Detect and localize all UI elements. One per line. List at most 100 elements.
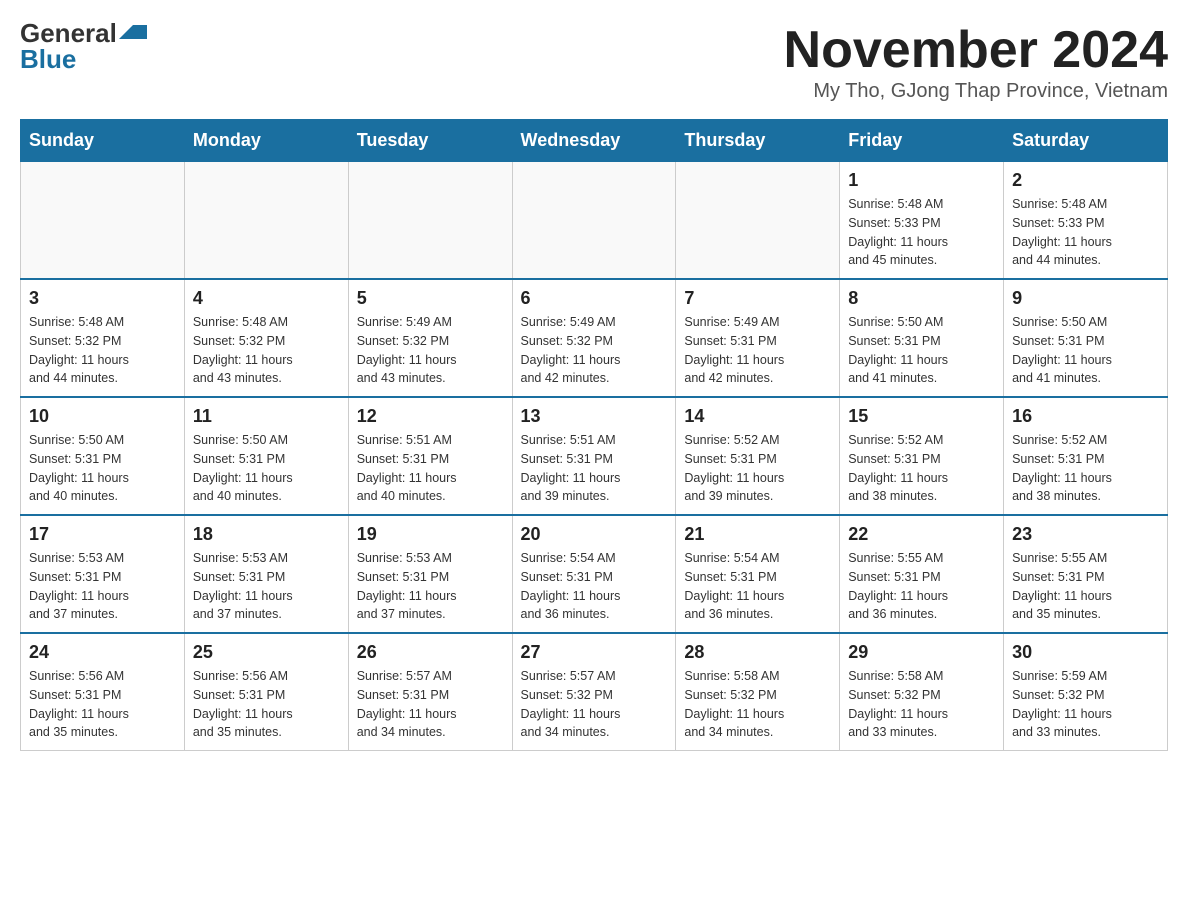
day-number: 22 — [848, 524, 995, 545]
calendar-cell: 15 Sunrise: 5:52 AM Sunset: 5:31 PM Dayli… — [840, 397, 1004, 515]
calendar-cell: 7 Sunrise: 5:49 AM Sunset: 5:31 PM Daylig… — [676, 279, 840, 397]
day-info: Sunrise: 5:50 AM Sunset: 5:31 PM Dayligh… — [848, 313, 995, 388]
calendar-cell: 9 Sunrise: 5:50 AM Sunset: 5:31 PM Daylig… — [1004, 279, 1168, 397]
day-info: Sunrise: 5:49 AM Sunset: 5:32 PM Dayligh… — [521, 313, 668, 388]
calendar-cell: 14 Sunrise: 5:52 AM Sunset: 5:31 PM Dayli… — [676, 397, 840, 515]
calendar-cell — [348, 162, 512, 280]
day-info: Sunrise: 5:53 AM Sunset: 5:31 PM Dayligh… — [357, 549, 504, 624]
calendar-table: SundayMondayTuesdayWednesdayThursdayFrid… — [20, 119, 1168, 751]
day-info: Sunrise: 5:49 AM Sunset: 5:31 PM Dayligh… — [684, 313, 831, 388]
calendar-cell: 29Sunrise: 5:58 AM Sunset: 5:32 PM Dayli… — [840, 633, 1004, 751]
location-title: My Tho, GJong Thap Province, Vietnam — [784, 80, 1168, 103]
day-info: Sunrise: 5:50 AM Sunset: 5:31 PM Dayligh… — [29, 431, 176, 506]
day-number: 27 — [521, 642, 668, 663]
day-number: 25 — [193, 642, 340, 663]
day-number: 15 — [848, 406, 995, 427]
day-info: Sunrise: 5:55 AM Sunset: 5:31 PM Dayligh… — [1012, 549, 1159, 624]
day-info: Sunrise: 5:59 AM Sunset: 5:32 PM Dayligh… — [1012, 667, 1159, 742]
day-number: 29 — [848, 642, 995, 663]
day-info: Sunrise: 5:51 AM Sunset: 5:31 PM Dayligh… — [357, 431, 504, 506]
day-info: Sunrise: 5:54 AM Sunset: 5:31 PM Dayligh… — [521, 549, 668, 624]
calendar-cell: 12 Sunrise: 5:51 AM Sunset: 5:31 PM Dayli… — [348, 397, 512, 515]
column-header-monday: Monday — [184, 120, 348, 162]
day-number: 12 — [357, 406, 504, 427]
logo: General Blue — [20, 20, 147, 72]
calendar-cell: 24 Sunrise: 5:56 AM Sunset: 5:31 PM Dayli… — [21, 633, 185, 751]
day-info: Sunrise: 5:57 AM Sunset: 5:31 PM Dayligh… — [357, 667, 504, 742]
day-info: Sunrise: 5:52 AM Sunset: 5:31 PM Dayligh… — [684, 431, 831, 506]
logo-general-text: General — [20, 20, 117, 46]
day-number: 9 — [1012, 288, 1159, 309]
day-number: 5 — [357, 288, 504, 309]
day-info: Sunrise: 5:51 AM Sunset: 5:31 PM Dayligh… — [521, 431, 668, 506]
calendar-cell: 10Sunrise: 5:50 AM Sunset: 5:31 PM Dayli… — [21, 397, 185, 515]
calendar-header-row: SundayMondayTuesdayWednesdayThursdayFrid… — [21, 120, 1168, 162]
day-info: Sunrise: 5:53 AM Sunset: 5:31 PM Dayligh… — [29, 549, 176, 624]
day-info: Sunrise: 5:50 AM Sunset: 5:31 PM Dayligh… — [1012, 313, 1159, 388]
header: General Blue November 2024 My Tho, GJong… — [20, 20, 1168, 103]
day-number: 17 — [29, 524, 176, 545]
calendar-cell: 6 Sunrise: 5:49 AM Sunset: 5:32 PM Daylig… — [512, 279, 676, 397]
day-number: 18 — [193, 524, 340, 545]
calendar-cell: 21Sunrise: 5:54 AM Sunset: 5:31 PM Dayli… — [676, 515, 840, 633]
calendar-cell: 2 Sunrise: 5:48 AM Sunset: 5:33 PM Daylig… — [1004, 162, 1168, 280]
column-header-saturday: Saturday — [1004, 120, 1168, 162]
calendar-cell: 27 Sunrise: 5:57 AM Sunset: 5:32 PM Dayli… — [512, 633, 676, 751]
column-header-sunday: Sunday — [21, 120, 185, 162]
day-info: Sunrise: 5:52 AM Sunset: 5:31 PM Dayligh… — [848, 431, 995, 506]
day-info: Sunrise: 5:55 AM Sunset: 5:31 PM Dayligh… — [848, 549, 995, 624]
calendar-cell — [676, 162, 840, 280]
day-info: Sunrise: 5:48 AM Sunset: 5:32 PM Dayligh… — [193, 313, 340, 388]
column-header-wednesday: Wednesday — [512, 120, 676, 162]
day-info: Sunrise: 5:56 AM Sunset: 5:31 PM Dayligh… — [29, 667, 176, 742]
calendar-cell: 23 Sunrise: 5:55 AM Sunset: 5:31 PM Dayli… — [1004, 515, 1168, 633]
day-number: 20 — [521, 524, 668, 545]
day-info: Sunrise: 5:50 AM Sunset: 5:31 PM Dayligh… — [193, 431, 340, 506]
calendar-cell: 13 Sunrise: 5:51 AM Sunset: 5:31 PM Dayli… — [512, 397, 676, 515]
calendar-week-row: 10Sunrise: 5:50 AM Sunset: 5:31 PM Dayli… — [21, 397, 1168, 515]
calendar-cell: 18Sunrise: 5:53 AM Sunset: 5:31 PM Dayli… — [184, 515, 348, 633]
calendar-cell — [512, 162, 676, 280]
day-info: Sunrise: 5:54 AM Sunset: 5:31 PM Dayligh… — [684, 549, 831, 624]
month-title: November 2024 — [784, 20, 1168, 80]
title-area: November 2024 My Tho, GJong Thap Provinc… — [784, 20, 1168, 103]
day-info: Sunrise: 5:48 AM Sunset: 5:32 PM Dayligh… — [29, 313, 176, 388]
day-number: 2 — [1012, 170, 1159, 191]
day-number: 6 — [521, 288, 668, 309]
calendar-cell: 11 Sunrise: 5:50 AM Sunset: 5:31 PM Dayli… — [184, 397, 348, 515]
day-number: 11 — [193, 406, 340, 427]
day-number: 26 — [357, 642, 504, 663]
day-number: 16 — [1012, 406, 1159, 427]
logo-blue-text: Blue — [20, 46, 76, 72]
day-info: Sunrise: 5:57 AM Sunset: 5:32 PM Dayligh… — [521, 667, 668, 742]
day-number: 4 — [193, 288, 340, 309]
calendar-cell: 5 Sunrise: 5:49 AM Sunset: 5:32 PM Daylig… — [348, 279, 512, 397]
day-info: Sunrise: 5:48 AM Sunset: 5:33 PM Dayligh… — [848, 195, 995, 270]
calendar-week-row: 1 Sunrise: 5:48 AM Sunset: 5:33 PM Daylig… — [21, 162, 1168, 280]
day-number: 1 — [848, 170, 995, 191]
day-number: 13 — [521, 406, 668, 427]
calendar-week-row: 17 Sunrise: 5:53 AM Sunset: 5:31 PM Dayli… — [21, 515, 1168, 633]
calendar-cell: 1 Sunrise: 5:48 AM Sunset: 5:33 PM Daylig… — [840, 162, 1004, 280]
day-info: Sunrise: 5:48 AM Sunset: 5:33 PM Dayligh… — [1012, 195, 1159, 270]
calendar-cell: 22 Sunrise: 5:55 AM Sunset: 5:31 PM Dayli… — [840, 515, 1004, 633]
calendar-cell: 4 Sunrise: 5:48 AM Sunset: 5:32 PM Daylig… — [184, 279, 348, 397]
day-info: Sunrise: 5:49 AM Sunset: 5:32 PM Dayligh… — [357, 313, 504, 388]
calendar-week-row: 24 Sunrise: 5:56 AM Sunset: 5:31 PM Dayli… — [21, 633, 1168, 751]
day-number: 14 — [684, 406, 831, 427]
column-header-thursday: Thursday — [676, 120, 840, 162]
day-number: 24 — [29, 642, 176, 663]
day-number: 23 — [1012, 524, 1159, 545]
calendar-cell: 3Sunrise: 5:48 AM Sunset: 5:32 PM Daylig… — [21, 279, 185, 397]
calendar-cell: 25Sunrise: 5:56 AM Sunset: 5:31 PM Dayli… — [184, 633, 348, 751]
column-header-friday: Friday — [840, 120, 1004, 162]
calendar-cell — [184, 162, 348, 280]
calendar-cell: 19Sunrise: 5:53 AM Sunset: 5:31 PM Dayli… — [348, 515, 512, 633]
day-number: 30 — [1012, 642, 1159, 663]
day-number: 7 — [684, 288, 831, 309]
logo-triangle-icon — [119, 25, 147, 39]
day-info: Sunrise: 5:58 AM Sunset: 5:32 PM Dayligh… — [684, 667, 831, 742]
calendar-cell: 16Sunrise: 5:52 AM Sunset: 5:31 PM Dayli… — [1004, 397, 1168, 515]
calendar-cell: 17 Sunrise: 5:53 AM Sunset: 5:31 PM Dayli… — [21, 515, 185, 633]
calendar-cell: 20 Sunrise: 5:54 AM Sunset: 5:31 PM Dayli… — [512, 515, 676, 633]
